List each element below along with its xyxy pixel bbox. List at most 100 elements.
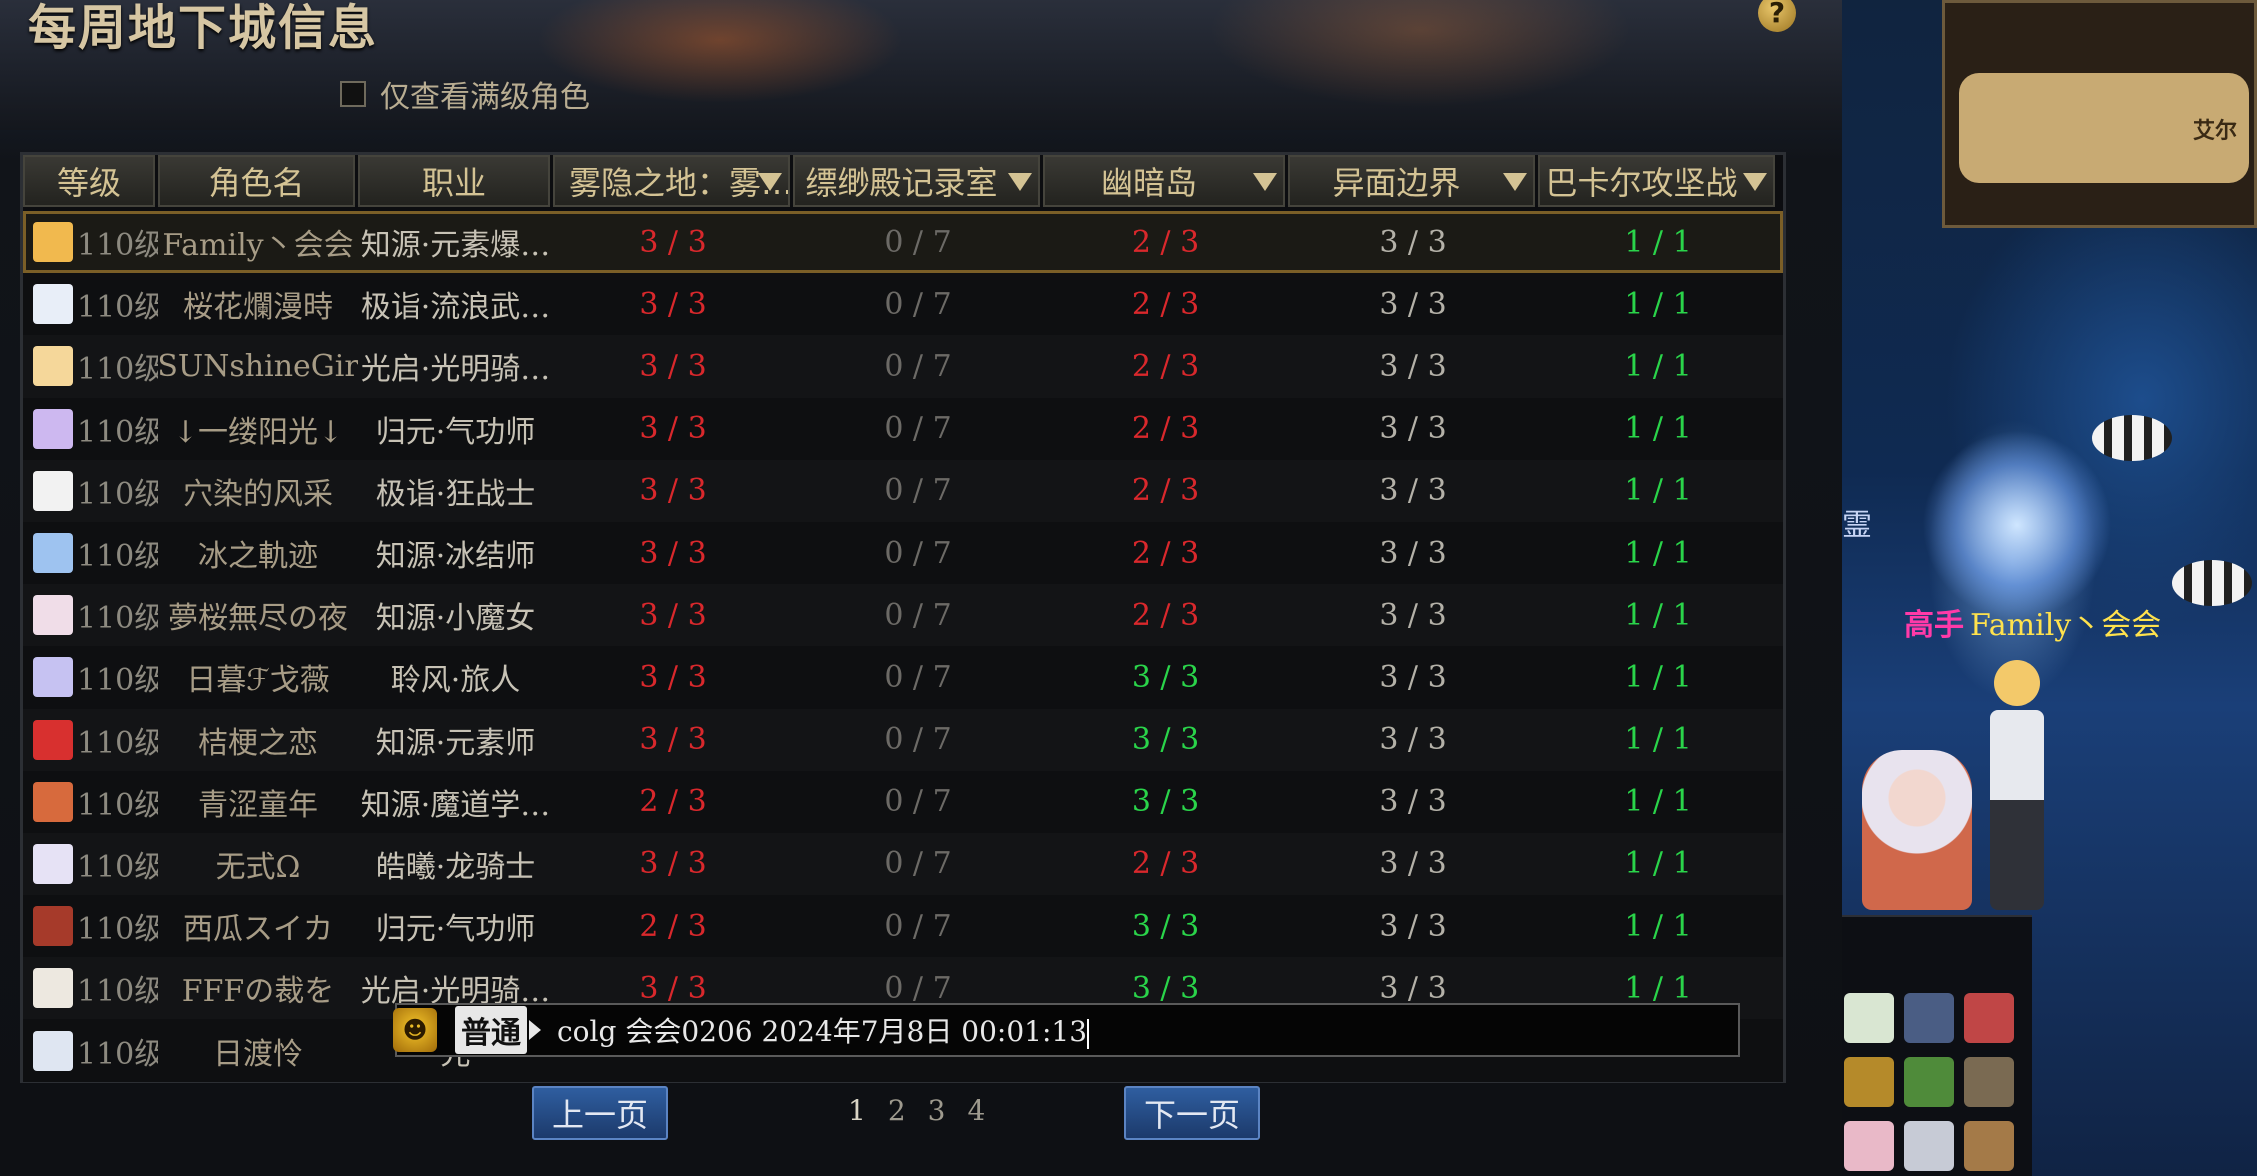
table-row[interactable]: 110级 穴染的风采 极诣·狂战士 3 / 3 0 / 7 2 / 3 3 / 3 1 / 1 bbox=[23, 459, 1783, 522]
prev-page-button[interactable]: 上一页 bbox=[532, 1086, 668, 1140]
dungeon-2-cell-text: 0 / 7 bbox=[884, 286, 952, 322]
dungeon-5-cell-text: 1 / 1 bbox=[1624, 348, 1692, 384]
table-row[interactable]: 110级 SUNshineGir 光启·光明骑… 3 / 3 0 / 7 2 / 3 3 /… bbox=[23, 335, 1783, 398]
max-level-checkbox[interactable] bbox=[340, 81, 366, 107]
level-cell: 110级 bbox=[23, 593, 158, 637]
name-cell-text: 日暮ℱ戈薇 bbox=[186, 663, 330, 699]
dungeon-5-cell-text: 1 / 1 bbox=[1624, 411, 1692, 447]
home-icon[interactable] bbox=[1904, 1057, 1954, 1107]
job-cell-text: 极诣·狂战士 bbox=[375, 476, 536, 512]
sort-dropdown-icon[interactable] bbox=[1008, 173, 1032, 191]
book-icon[interactable] bbox=[1964, 1121, 2014, 1171]
dungeon-4-cell-text: 3 / 3 bbox=[1379, 659, 1447, 695]
table-row[interactable]: 110级 夢桜無尽の夜 知源·小魔女 3 / 3 0 / 7 2 / 3 3 / 3 1 / … bbox=[23, 584, 1783, 647]
table-row[interactable]: 110级 西瓜スイカ 归元·气功师 2 / 3 0 / 7 3 / 3 3 / 3 1 / 1 bbox=[23, 895, 1783, 958]
dungeon-3-cell: 3 / 3 bbox=[1043, 909, 1288, 944]
name-cell: 冰之軌迹 bbox=[158, 531, 358, 575]
dungeon-2-cell-text: 0 / 7 bbox=[884, 722, 952, 758]
dungeon-4-cell: 3 / 3 bbox=[1288, 722, 1538, 757]
minimap[interactable]: 艾尔 bbox=[1942, 0, 2257, 228]
name-cell-text: SUNshineGir bbox=[158, 348, 358, 384]
dungeon-3-cell: 2 / 3 bbox=[1043, 225, 1288, 260]
page-number[interactable]: 2 bbox=[888, 1094, 906, 1127]
table-row[interactable]: 110级 日暮ℱ戈薇 聆风·旅人 3 / 3 0 / 7 3 / 3 3 / 3 1 / 1 bbox=[23, 646, 1783, 709]
page-numbers: 1234 bbox=[848, 1094, 985, 1127]
dungeon-2-cell-text: 0 / 7 bbox=[884, 970, 952, 1006]
dungeon-5-cell: 1 / 1 bbox=[1538, 598, 1778, 633]
page-number[interactable]: 3 bbox=[928, 1094, 946, 1127]
table-row[interactable]: 110级 Family丶会会 知源·元素爆… 3 / 3 0 / 7 2 / 3 3 / 3… bbox=[23, 211, 1783, 274]
name-cell: 日暮ℱ戈薇 bbox=[158, 655, 358, 699]
page-number[interactable]: 4 bbox=[967, 1094, 985, 1127]
crown-icon[interactable] bbox=[1844, 1057, 1894, 1107]
job-cell: 归元·气功师 bbox=[358, 407, 553, 451]
sort-dropdown-icon[interactable] bbox=[758, 173, 782, 191]
max-level-filter[interactable]: 仅查看满级角色 bbox=[340, 72, 590, 116]
map-icon[interactable] bbox=[1964, 1057, 2014, 1107]
dungeon-5-cell: 1 / 1 bbox=[1538, 971, 1778, 1006]
name-cell: 穴染的风采 bbox=[158, 469, 358, 513]
dungeon-3-cell-text: 2 / 3 bbox=[1131, 224, 1200, 260]
column-header-dungeon-1[interactable]: 雾隐之地：雾… bbox=[553, 155, 790, 207]
dungeon-2-cell: 0 / 7 bbox=[793, 536, 1043, 571]
dungeon-4-cell: 3 / 3 bbox=[1288, 349, 1538, 384]
chat-bubble: ☻ 普通 colg 会会0206 2024年7月8日 00:01:13 bbox=[393, 1003, 1740, 1057]
job-cell: 知源·元素师 bbox=[358, 718, 553, 762]
level-cell: 110级 bbox=[23, 842, 158, 886]
character-avatar bbox=[33, 533, 73, 574]
guild-icon[interactable] bbox=[1904, 1121, 1954, 1171]
chat-channel-arrow-icon bbox=[529, 1020, 541, 1040]
dungeon-4-cell: 3 / 3 bbox=[1288, 598, 1538, 633]
level-cell: 110级 bbox=[23, 966, 158, 1010]
sort-dropdown-icon[interactable] bbox=[1503, 173, 1527, 191]
chat-emoji-icon[interactable]: ☻ bbox=[393, 1008, 437, 1052]
column-header-dungeon-4[interactable]: 异面边界 bbox=[1288, 155, 1535, 207]
page-number[interactable]: 1 bbox=[848, 1094, 866, 1127]
fish-decoration bbox=[2172, 560, 2252, 606]
dungeon-3-cell-text: 3 / 3 bbox=[1131, 908, 1200, 944]
avatar-icon[interactable] bbox=[1904, 993, 1954, 1043]
player-character[interactable] bbox=[1982, 660, 2052, 910]
dungeon-2-cell: 0 / 7 bbox=[793, 225, 1043, 260]
weekly-dungeon-panel: 每周地下城信息 ? 仅查看满级角色 等级 角色名 职业 雾隐之地：雾… 缥缈殿记… bbox=[0, 0, 1842, 1176]
dungeon-2-cell-text: 0 / 7 bbox=[884, 784, 952, 820]
character-avatar bbox=[33, 595, 73, 636]
table-row[interactable]: 110级 青涩童年 知源·魔道学… 2 / 3 0 / 7 3 / 3 3 / 3 1 / 1 bbox=[23, 770, 1783, 833]
pet-icon[interactable] bbox=[1844, 993, 1894, 1043]
column-header-dungeon-3[interactable]: 幽暗岛 bbox=[1043, 155, 1285, 207]
dungeon-1-cell-text: 3 / 3 bbox=[639, 348, 707, 384]
dungeon-5-cell: 1 / 1 bbox=[1538, 287, 1778, 322]
dungeon-5-cell-text: 1 / 1 bbox=[1624, 597, 1692, 633]
table-row[interactable]: 110级 无式Ω 皓曦·龙骑士 3 / 3 0 / 7 2 / 3 3 / 3 1 / 1 bbox=[23, 832, 1783, 896]
sort-dropdown-icon[interactable] bbox=[1743, 173, 1767, 191]
next-page-button[interactable]: 下一页 bbox=[1124, 1086, 1260, 1140]
dungeon-3-cell-text: 2 / 3 bbox=[1131, 473, 1200, 509]
level-cell-text: 110级 bbox=[77, 974, 158, 1010]
dungeon-4-cell-text: 3 / 3 bbox=[1379, 224, 1447, 260]
dungeon-3-cell-text: 2 / 3 bbox=[1131, 286, 1200, 322]
table-row[interactable]: 110级 桜花爛漫時 极诣·流浪武… 3 / 3 0 / 7 2 / 3 3 / 3 1 / … bbox=[23, 273, 1783, 336]
friend-icon[interactable] bbox=[1844, 1121, 1894, 1171]
column-header-dungeon-5[interactable]: 巴卡尔攻坚战 bbox=[1538, 155, 1775, 207]
character-avatar bbox=[33, 843, 73, 884]
game-viewport[interactable]: 艾尔 霊 高手 Family丶会会 bbox=[1842, 0, 2257, 1176]
character-avatar bbox=[33, 906, 73, 947]
table-row[interactable]: 110级 ↓一缕阳光↓ 归元·气功师 3 / 3 0 / 7 2 / 3 3 / 3 1 / … bbox=[23, 397, 1783, 460]
dungeon-4-cell: 3 / 3 bbox=[1288, 225, 1538, 260]
name-cell-text: Family丶会会 bbox=[162, 228, 354, 264]
pet-character[interactable] bbox=[1862, 750, 1972, 910]
table-row[interactable]: 110级 桔梗之恋 知源·元素师 3 / 3 0 / 7 3 / 3 3 / 3 1 / 1 bbox=[23, 708, 1783, 771]
character-icon[interactable] bbox=[1964, 993, 2014, 1043]
table-row[interactable]: 110级 冰之軌迹 知源·冰结师 3 / 3 0 / 7 2 / 3 3 / 3 1 / 1 bbox=[23, 521, 1783, 585]
job-cell: 知源·元素爆… bbox=[358, 220, 553, 264]
level-cell-text: 110级 bbox=[77, 290, 158, 326]
sort-dropdown-icon[interactable] bbox=[1253, 173, 1277, 191]
name-cell-text: 桔梗之恋 bbox=[198, 725, 318, 761]
dungeon-3-cell: 2 / 3 bbox=[1043, 536, 1288, 571]
dungeon-5-cell-text: 1 / 1 bbox=[1624, 908, 1692, 944]
chat-channel-badge[interactable]: 普通 bbox=[455, 1006, 527, 1054]
dungeon-4-cell-text: 3 / 3 bbox=[1379, 846, 1447, 882]
dungeon-5-cell-text: 1 / 1 bbox=[1624, 286, 1692, 322]
column-header-dungeon-2[interactable]: 缥缈殿记录室 bbox=[793, 155, 1040, 207]
name-cell-text: 冰之軌迹 bbox=[198, 539, 318, 575]
